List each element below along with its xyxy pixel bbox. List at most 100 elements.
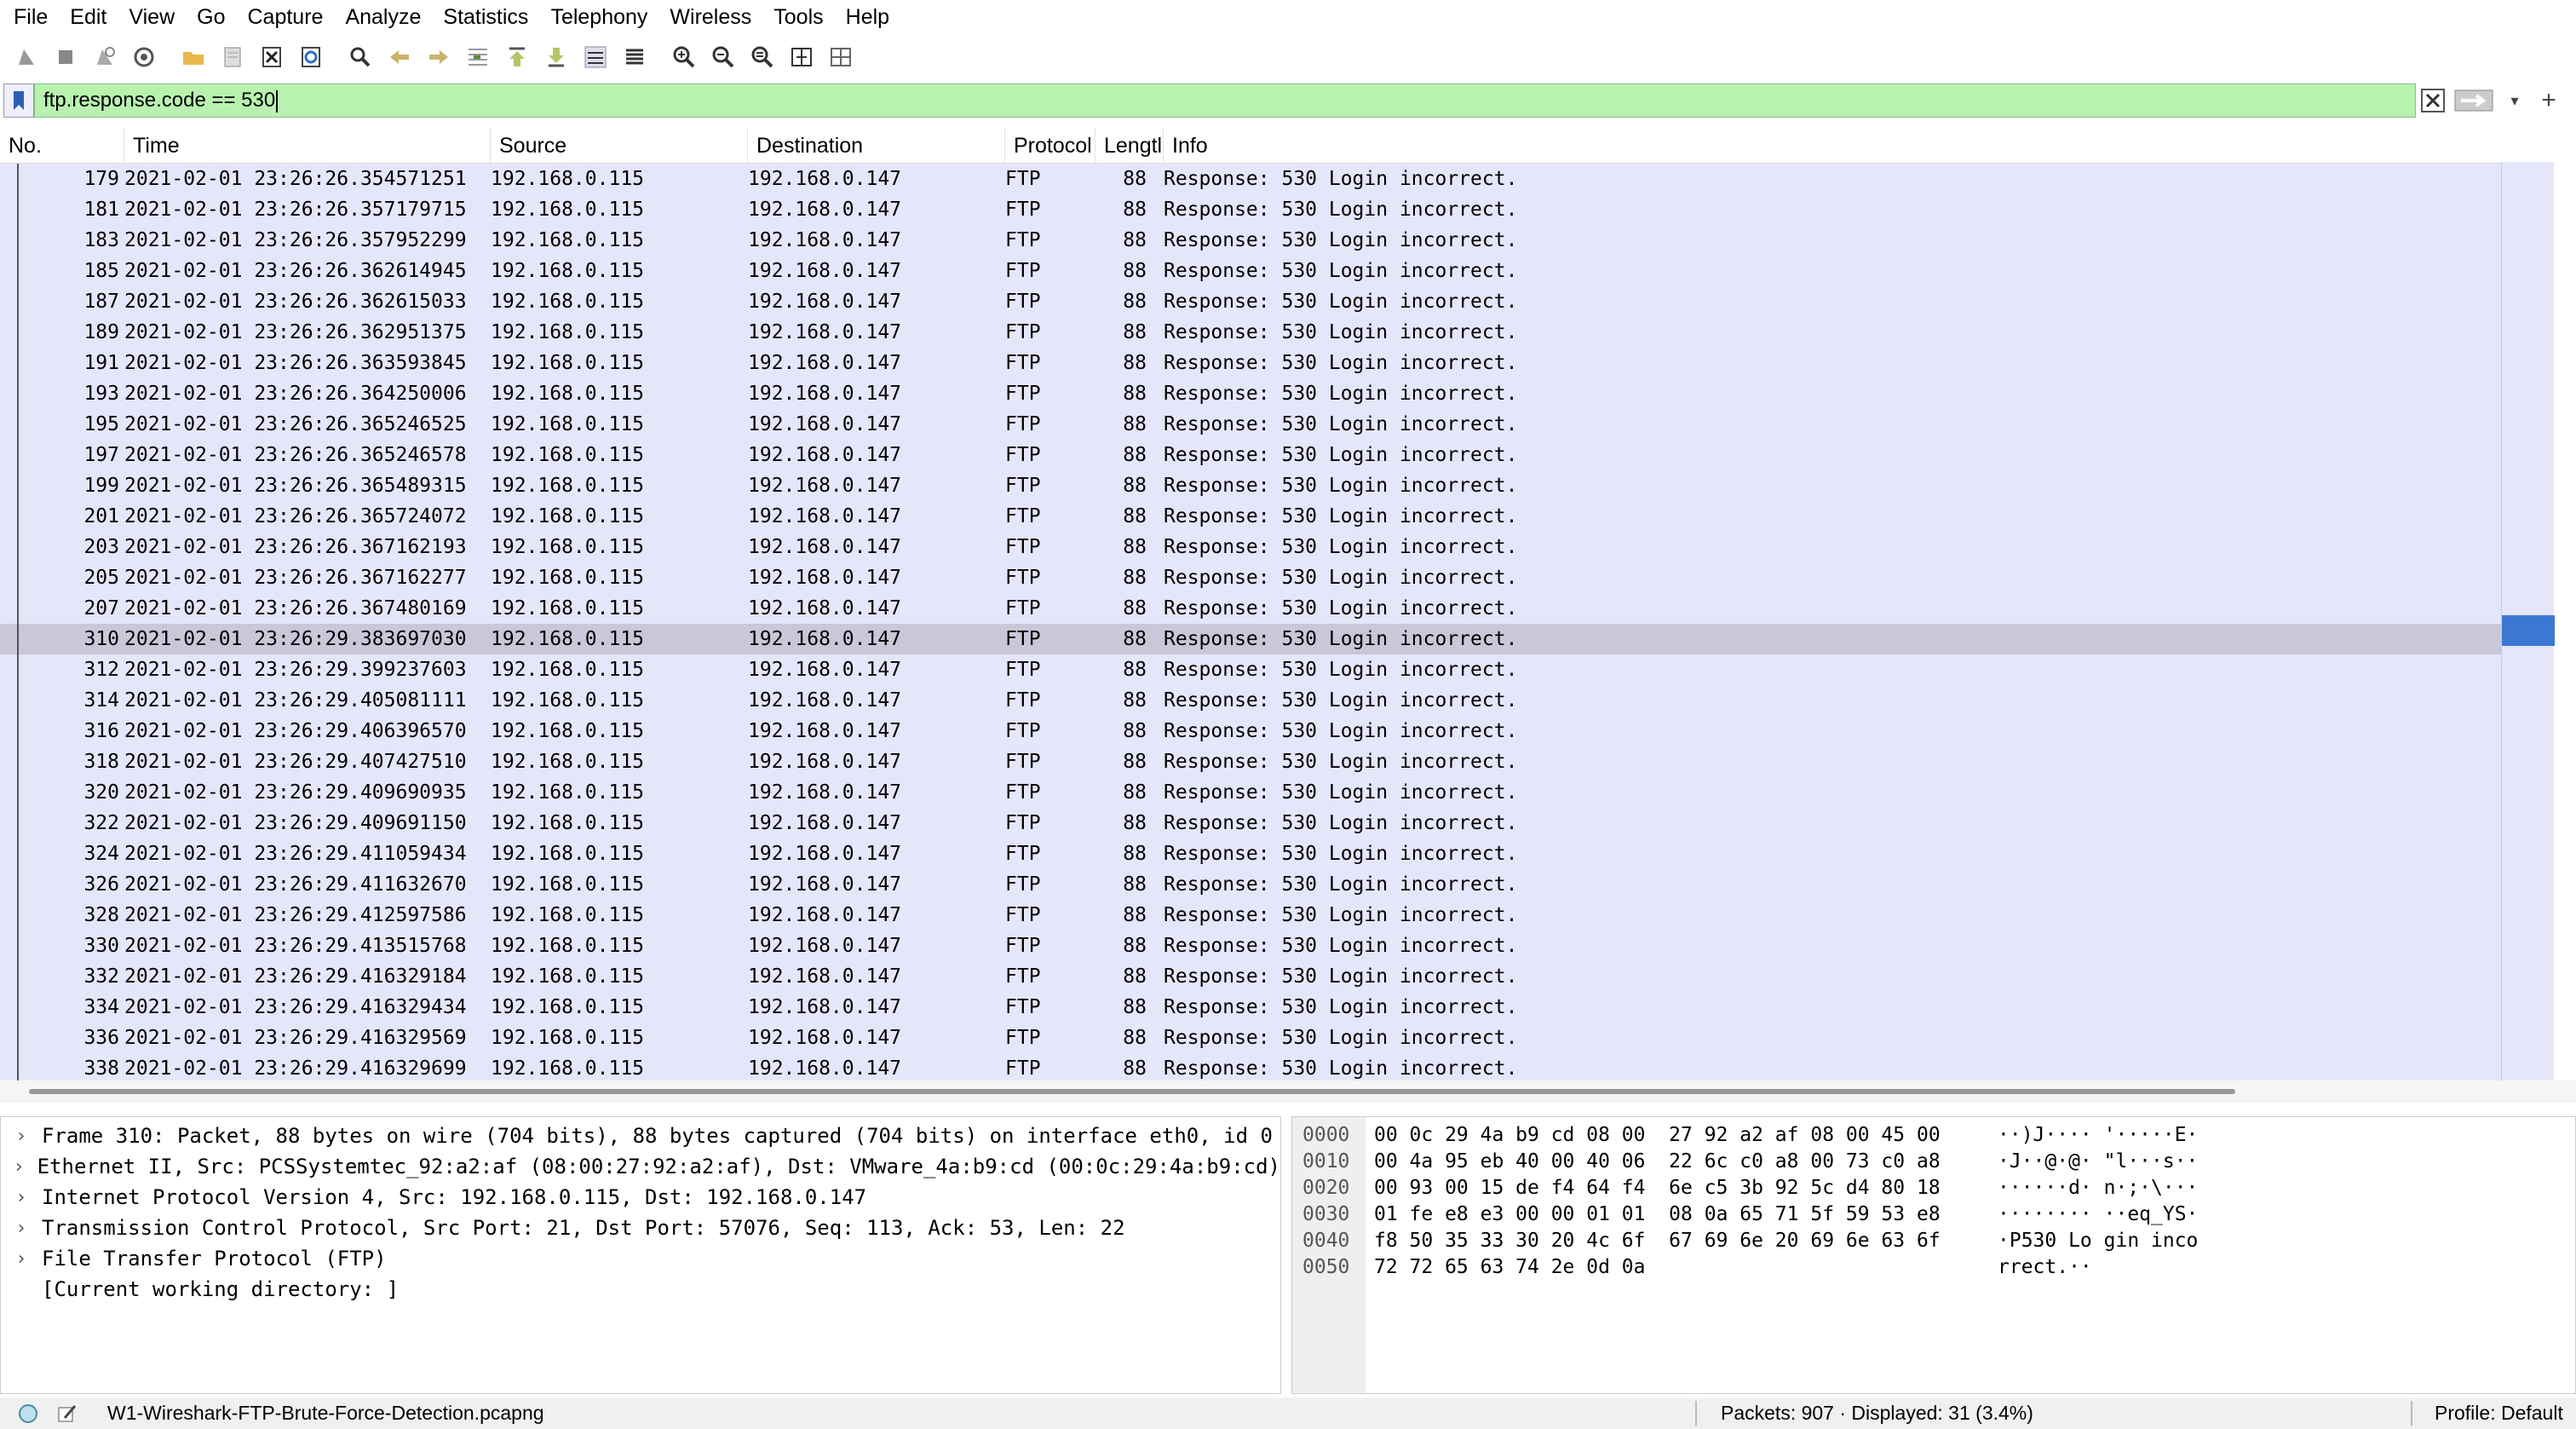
byte-hex[interactable]: 01 fe e8 e3 00 00 01 01 08 0a 65 71 5f 5… [1374, 1201, 1941, 1227]
bookmark-icon[interactable] [3, 84, 34, 118]
close-file-icon[interactable] [256, 41, 288, 73]
detail-tree-item[interactable]: › File Transfer Protocol (FTP) [1, 1243, 1280, 1274]
packet-minimap-scrollbar[interactable] [2501, 162, 2555, 1080]
expand-chevron-icon[interactable]: › [1, 1248, 42, 1270]
packet-row[interactable]: 316 2021-02-01 23:26:29.406396570 192.168.… [0, 716, 2550, 746]
packet-row[interactable]: 322 2021-02-01 23:26:29.409691150 192.168.… [0, 808, 2550, 838]
detail-tree-item[interactable]: › Frame 310: Packet, 88 bytes on wire (70… [1, 1121, 1280, 1151]
byte-offset[interactable]: 0030 [1302, 1201, 1349, 1227]
packet-row[interactable]: 328 2021-02-01 23:26:29.412597586 192.168.… [0, 900, 2550, 931]
apply-filter-icon[interactable] [2450, 84, 2498, 118]
packet-row[interactable]: 197 2021-02-01 23:26:26.365246578 192.168.… [0, 440, 2550, 470]
expand-chevron-icon[interactable]: › [1, 1187, 42, 1208]
column-header-destination[interactable]: Destination [748, 128, 1005, 163]
layout-icon[interactable] [825, 41, 857, 73]
column-header-protocol[interactable]: Protocol [1005, 128, 1095, 163]
packet-row[interactable]: 185 2021-02-01 23:26:26.362614945 192.168.… [0, 256, 2550, 286]
menu-wireless[interactable]: Wireless [663, 0, 767, 34]
detail-tree-item[interactable]: › Internet Protocol Version 4, Src: 192.1… [1, 1182, 1280, 1213]
column-header-source[interactable]: Source [491, 128, 748, 163]
packet-row[interactable]: 205 2021-02-01 23:26:26.367162277 192.168.… [0, 562, 2550, 593]
byte-ascii[interactable]: ·J··@·@· "l···s·· [1998, 1149, 2198, 1174]
byte-ascii[interactable]: rrect.·· [1998, 1254, 2092, 1280]
byte-hex[interactable]: f8 50 35 33 30 20 4c 6f 67 69 6e 20 69 6… [1374, 1228, 1941, 1253]
menu-telephony[interactable]: Telephony [543, 0, 663, 34]
packet-row[interactable]: 179 2021-02-01 23:26:26.354571251 192.168.… [0, 164, 2550, 194]
detail-tree-item[interactable]: [Current working directory: ] [1, 1274, 1280, 1305]
byte-offset[interactable]: 0050 [1302, 1254, 1349, 1280]
packet-row[interactable]: 332 2021-02-01 23:26:29.416329184 192.168.… [0, 961, 2550, 992]
reload-file-icon[interactable] [295, 41, 327, 73]
packet-row[interactable]: 338 2021-02-01 23:26:29.416329699 192.168.… [0, 1053, 2550, 1080]
column-header-length[interactable]: Lengtl [1095, 128, 1164, 163]
packet-row[interactable]: 324 2021-02-01 23:26:29.411059434 192.168.… [0, 838, 2550, 869]
packet-row[interactable]: 189 2021-02-01 23:26:26.362951375 192.168.… [0, 317, 2550, 348]
packet-row-selected[interactable]: 310 2021-02-01 23:26:29.383697030 192.168.… [0, 624, 2550, 654]
detail-tree-item[interactable]: › Ethernet II, Src: PCSSystemtec_92:a2:af… [1, 1151, 1280, 1182]
find-packet-icon[interactable] [344, 41, 377, 73]
packet-row[interactable]: 183 2021-02-01 23:26:26.357952299 192.168.… [0, 225, 2550, 256]
open-file-icon[interactable] [177, 41, 210, 73]
column-header-no[interactable]: No. [0, 128, 124, 163]
menu-tools[interactable]: Tools [767, 0, 838, 34]
byte-offset[interactable]: 0000 [1302, 1122, 1349, 1148]
byte-hex[interactable]: 72 72 65 63 74 2e 0d 0a [1374, 1254, 1646, 1280]
byte-hex[interactable]: 00 4a 95 eb 40 00 40 06 22 6c c0 a8 00 7… [1374, 1149, 1941, 1174]
byte-hex[interactable]: 00 0c 29 4a b9 cd 08 00 27 92 a2 af 08 0… [1374, 1122, 1941, 1148]
packet-row[interactable]: 336 2021-02-01 23:26:29.416329569 192.168.… [0, 1023, 2550, 1053]
menu-statistics[interactable]: Statistics [436, 0, 543, 34]
packet-row[interactable]: 191 2021-02-01 23:26:26.363593845 192.168.… [0, 348, 2550, 378]
byte-hex[interactable]: 00 93 00 15 de f4 64 f4 6e c5 3b 92 5c d… [1374, 1175, 1941, 1201]
filter-history-dropdown-icon[interactable]: ▾ [2498, 84, 2532, 118]
resize-columns-icon[interactable] [785, 41, 818, 73]
packet-row[interactable]: 187 2021-02-01 23:26:26.362615033 192.168.… [0, 286, 2550, 317]
go-back-icon[interactable] [383, 41, 416, 73]
menu-capture[interactable]: Capture [241, 0, 339, 34]
packet-row[interactable]: 312 2021-02-01 23:26:29.399237603 192.168.… [0, 654, 2550, 685]
packet-row[interactable]: 195 2021-02-01 23:26:26.365246525 192.168.… [0, 409, 2550, 440]
status-profile[interactable]: Profile: Default [2435, 1402, 2563, 1425]
column-header-info[interactable]: Info [1164, 128, 2550, 163]
menu-edit[interactable]: Edit [63, 0, 122, 34]
packet-row[interactable]: 318 2021-02-01 23:26:29.407427510 192.168.… [0, 746, 2550, 777]
horizontal-scrollbar[interactable] [0, 1080, 2576, 1103]
expand-chevron-icon[interactable]: › [1, 1156, 37, 1178]
go-to-packet-icon[interactable] [462, 41, 494, 73]
display-filter-input[interactable]: ftp.response.code == 530 [34, 84, 2416, 118]
byte-offset[interactable]: 0040 [1302, 1228, 1349, 1253]
stop-capture-icon[interactable] [49, 41, 82, 73]
shark-fin-start-icon[interactable] [10, 41, 43, 73]
zoom-normal-icon[interactable] [746, 41, 779, 73]
packet-row[interactable]: 334 2021-02-01 23:26:29.416329434 192.168.… [0, 992, 2550, 1023]
byte-offset[interactable]: 0020 [1302, 1175, 1349, 1201]
byte-ascii[interactable]: ········ ··eq_YS· [1998, 1201, 2198, 1227]
menu-help[interactable]: Help [839, 0, 905, 34]
add-filter-button-icon[interactable]: + [2532, 84, 2566, 118]
menu-analyze[interactable]: Analyze [338, 0, 436, 34]
menu-file[interactable]: File [7, 0, 63, 34]
expand-chevron-icon[interactable]: › [1, 1218, 42, 1239]
zoom-in-icon[interactable] [668, 41, 700, 73]
detail-tree-item[interactable]: › Transmission Control Protocol, Src Port… [1, 1213, 1280, 1243]
packet-row[interactable]: 326 2021-02-01 23:26:29.411632670 192.168.… [0, 869, 2550, 900]
column-header-time[interactable]: Time [124, 128, 491, 163]
byte-offset[interactable]: 0010 [1302, 1149, 1349, 1174]
packet-row[interactable]: 203 2021-02-01 23:26:26.367162193 192.168.… [0, 532, 2550, 562]
packet-row[interactable]: 207 2021-02-01 23:26:26.367480169 192.168.… [0, 593, 2550, 624]
packet-row[interactable]: 330 2021-02-01 23:26:29.413515768 192.168.… [0, 931, 2550, 961]
packet-row[interactable]: 193 2021-02-01 23:26:26.364250006 192.168.… [0, 378, 2550, 409]
packet-row[interactable]: 314 2021-02-01 23:26:29.405081111 192.168.… [0, 685, 2550, 716]
menu-view[interactable]: View [122, 0, 190, 34]
menu-go[interactable]: Go [190, 0, 240, 34]
byte-ascii[interactable]: ·P530 Lo gin inco [1998, 1228, 2198, 1253]
byte-ascii[interactable]: ······d· n·;·\··· [1998, 1175, 2198, 1201]
colorize-icon[interactable] [618, 41, 651, 73]
restart-capture-icon[interactable] [89, 41, 121, 73]
go-first-icon[interactable] [501, 41, 533, 73]
packet-row[interactable]: 181 2021-02-01 23:26:26.357179715 192.168.… [0, 194, 2550, 225]
expert-info-icon[interactable] [15, 1401, 41, 1426]
scrollbar-thumb[interactable] [29, 1089, 2235, 1094]
packet-row[interactable]: 320 2021-02-01 23:26:29.409690935 192.168.… [0, 777, 2550, 808]
go-last-icon[interactable] [540, 41, 572, 73]
byte-ascii[interactable]: ··)J···· '·····E· [1998, 1122, 2198, 1148]
